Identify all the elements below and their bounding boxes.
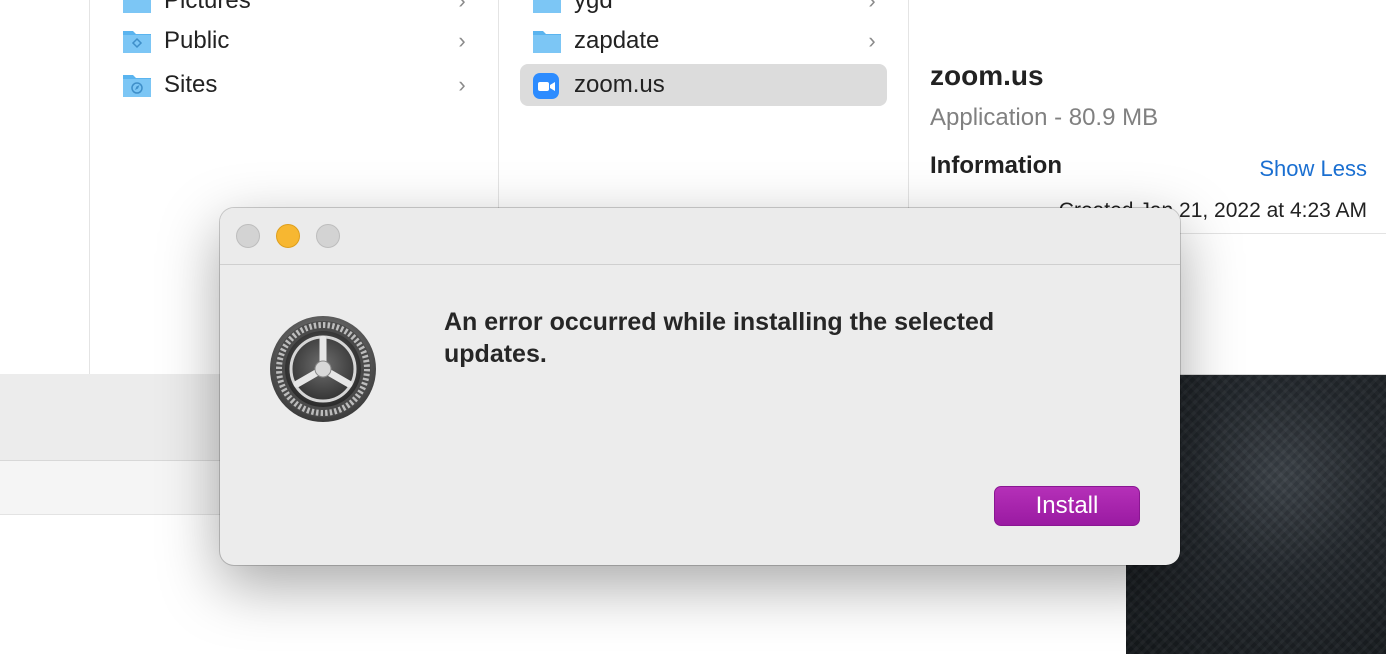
chevron-right-icon: › — [458, 28, 466, 53]
list-item-public[interactable]: Public › — [122, 20, 472, 62]
dialog-titlebar — [220, 208, 1180, 265]
list-item-label: ygd — [574, 0, 613, 14]
zoom-button[interactable] — [316, 224, 340, 248]
list-item-label: zapdate — [574, 27, 660, 54]
minimize-button[interactable] — [276, 224, 300, 248]
desktop: Pictures › Public › Sites › ygd › zapdat… — [0, 0, 1386, 654]
chevron-right-icon: › — [868, 28, 876, 53]
system-preferences-gear-icon — [268, 314, 378, 424]
public-folder-icon — [122, 28, 152, 54]
preview-kind: Application - 80.9 MB — [930, 104, 1159, 131]
zoom-app-icon — [532, 72, 562, 99]
information-heading: Information — [930, 152, 1062, 179]
close-button[interactable] — [236, 224, 260, 248]
folder-icon — [532, 0, 562, 14]
chevron-right-icon: › — [458, 0, 466, 13]
list-item-zapdate[interactable]: zapdate › — [532, 20, 882, 62]
folder-icon — [532, 28, 562, 54]
chevron-right-icon: › — [868, 0, 876, 13]
error-message: An error occurred while installing the s… — [444, 308, 995, 368]
sites-folder-icon — [122, 72, 152, 98]
preview-title: zoom.us — [930, 60, 1044, 91]
install-button[interactable]: Install — [994, 486, 1140, 526]
list-item-label: zoom.us — [574, 71, 665, 98]
chevron-right-icon: › — [458, 72, 466, 97]
show-less-link[interactable]: Show Less — [1259, 156, 1367, 182]
list-item-zoom-us[interactable]: zoom.us — [520, 64, 887, 106]
error-dialog: An error occurred while installing the s… — [220, 208, 1180, 565]
list-item-pictures[interactable]: Pictures › — [122, 0, 472, 22]
finder-column-1 — [0, 0, 90, 374]
list-item-ygd[interactable]: ygd › — [532, 0, 882, 22]
list-item-sites[interactable]: Sites › — [122, 64, 472, 106]
list-item-label: Sites — [164, 71, 218, 98]
list-item-label: Pictures — [164, 0, 251, 14]
list-item-label: Public — [164, 27, 230, 54]
pictures-folder-icon — [122, 0, 152, 14]
